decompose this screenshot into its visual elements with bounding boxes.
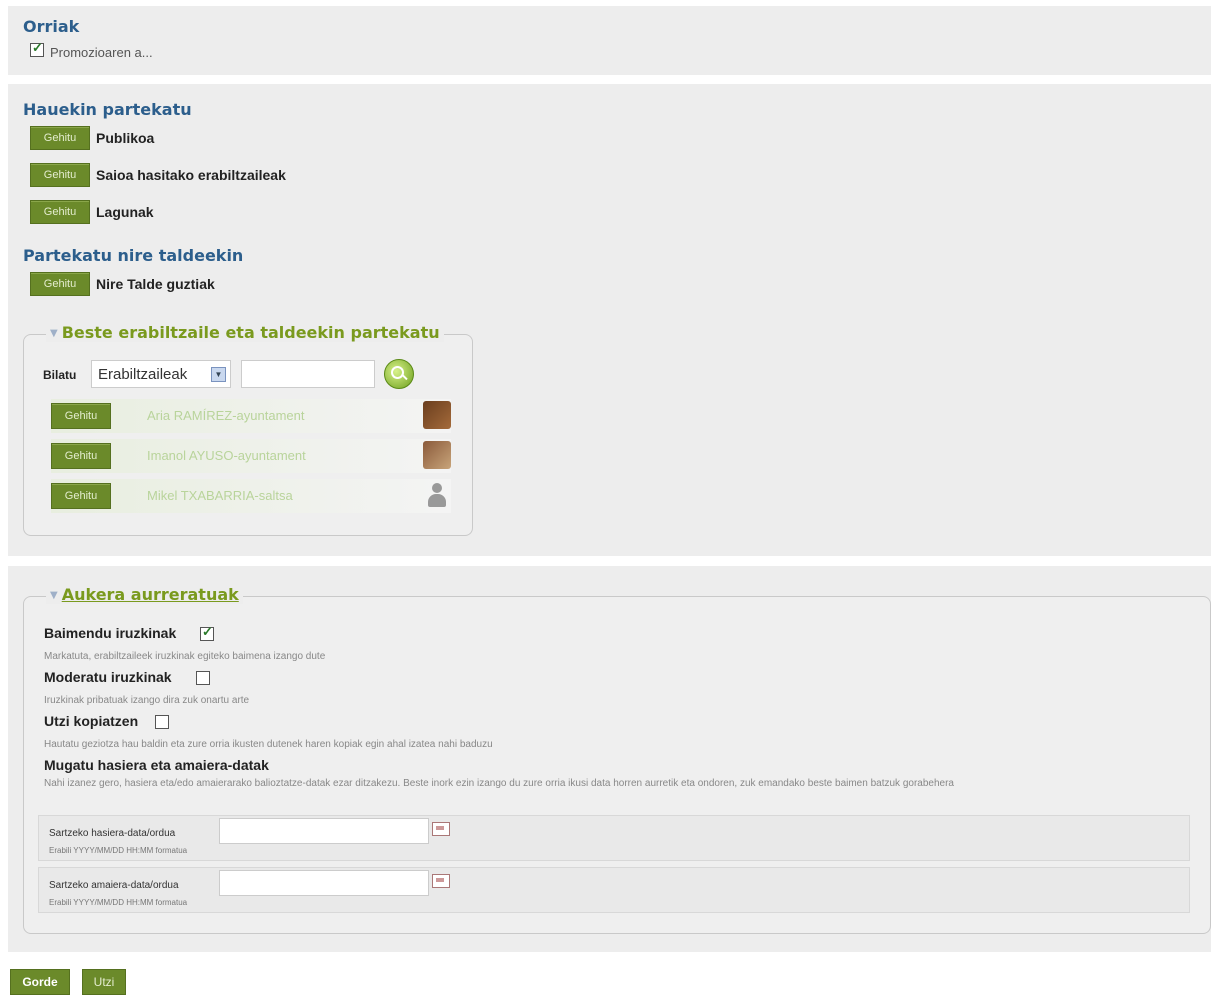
user-avatar-icon [423,401,451,429]
allow-comments-desc: Markatuta, erabiltzaileek iruzkinak egit… [44,651,326,662]
dropdown-arrow-icon: ▼ [211,367,226,382]
share-option-allgroups: Nire Talde guztiak [96,276,215,292]
advanced-fieldset: ▼Aukera aurreratuak Baimendu iruzkinak M… [23,585,1211,934]
search-icon[interactable] [384,359,414,389]
search-label: Bilatu [43,368,77,382]
calendar-icon[interactable] [432,822,450,836]
share-option-friends: Lagunak [96,204,154,220]
moderate-comments-desc: Iruzkinak pribatuak izango dira zuk onar… [44,695,250,706]
search-type-select[interactable]: Erabiltzaileak ▼ [91,360,231,388]
end-date-row: Sartzeko amaiera-data/ordua Erabili YYYY… [38,867,1190,913]
add-button-loggedin[interactable]: Gehitu [30,163,90,187]
user-name[interactable]: Mikel TXABARRIA-saltsa [147,488,293,503]
date-limits-desc: Nahi izanez gero, hasiera eta/edo amaier… [44,778,954,789]
page-checkbox[interactable] [30,40,44,57]
share-with-title: Hauekin partekatu [23,100,192,119]
date-limits-label: Mugatu hasiera eta amaiera-datak [44,757,269,773]
start-date-input[interactable] [219,818,429,844]
default-user-icon [423,481,451,509]
moderate-comments-label: Moderatu iruzkinak [44,669,172,685]
share-option-loggedin: Saioa hasitako erabiltzaileak [96,167,286,183]
allow-comments-checkbox[interactable] [200,624,214,641]
other-share-legend[interactable]: ▼ Beste erabiltzaile eta taldeekin partek… [46,323,444,342]
collapse-arrow-icon: ▼ [50,328,58,339]
end-date-input[interactable] [219,870,429,896]
search-input[interactable] [241,360,375,388]
add-user-button[interactable]: Gehitu [51,483,111,509]
user-result-row: Gehitu Imanol AYUSO-ayuntament [51,439,451,473]
start-date-row: Sartzeko hasiera-data/ordua Erabili YYYY… [38,815,1190,861]
allow-copy-checkbox[interactable] [155,715,169,729]
start-date-label: Sartzeko hasiera-data/ordua [49,828,176,839]
allow-copy-desc: Hautatu geziotza hau baldin eta zure orr… [44,739,493,750]
user-result-row: Gehitu Aria RAMÍREZ-ayuntament [51,399,451,433]
end-date-label: Sartzeko amaiera-data/ordua [49,880,179,891]
advanced-legend[interactable]: ▼ Aukera aurreratuak [46,585,243,604]
allow-comments-label: Baimendu iruzkinak [44,625,177,641]
user-name[interactable]: Imanol AYUSO-ayuntament [147,448,306,463]
start-date-hint: Erabili YYYY/MM/DD HH:MM formatua [49,846,188,855]
share-groups-title: Partekatu nire taldeekin [23,246,244,265]
share-panel: Hauekin partekatu Gehitu Publikoa Gehitu… [8,84,1211,556]
add-button-public[interactable]: Gehitu [30,126,90,150]
collapse-arrow-icon: ▼ [50,590,58,601]
user-avatar-icon [423,441,451,469]
end-date-hint: Erabili YYYY/MM/DD HH:MM formatua [49,898,188,907]
advanced-panel: ▼Aukera aurreratuak Baimendu iruzkinak M… [8,566,1211,952]
add-user-button[interactable]: Gehitu [51,443,111,469]
add-button-allgroups[interactable]: Gehitu [30,272,90,296]
cancel-button[interactable]: Utzi [82,969,126,995]
search-type-value: Erabiltzaileak [98,366,188,383]
allow-copy-label: Utzi kopiatzen [44,713,139,729]
share-option-public: Publikoa [96,130,155,146]
add-button-friends[interactable]: Gehitu [30,200,90,224]
moderate-comments-checkbox[interactable] [196,671,210,685]
calendar-icon[interactable] [432,874,450,888]
save-button[interactable]: Gorde [10,969,70,995]
other-share-fieldset: ▼ Beste erabiltzaile eta taldeekin partek… [23,323,473,536]
add-user-button[interactable]: Gehitu [51,403,111,429]
user-result-row: Gehitu Mikel TXABARRIA-saltsa [51,479,451,513]
user-name[interactable]: Aria RAMÍREZ-ayuntament [147,408,305,423]
pages-panel: Orriak Promozioaren a... [8,6,1211,75]
page-item-label: Promozioaren a... [50,45,153,60]
pages-title: Orriak [23,17,80,36]
